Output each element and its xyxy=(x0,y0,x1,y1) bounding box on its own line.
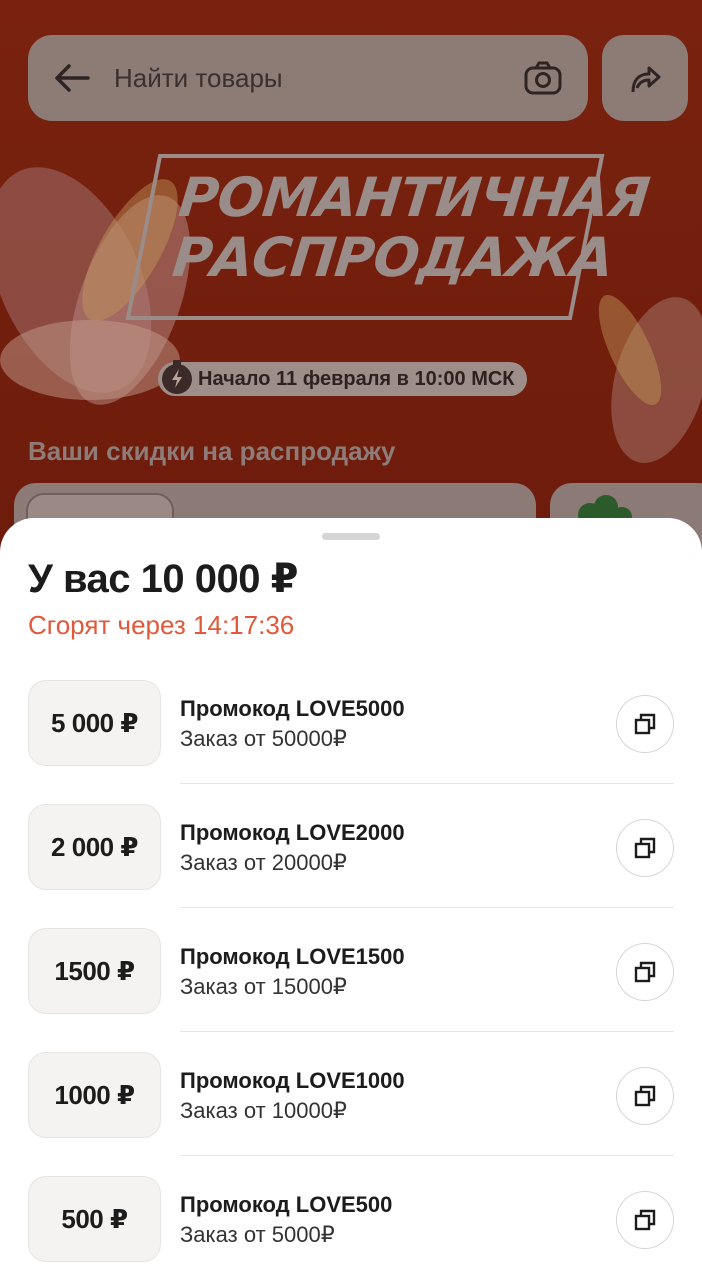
banner-title: РОМАНТИЧНАЯ РАСПРОДАЖА xyxy=(169,166,652,289)
sale-start-badge: Начало 11 февраля в 10:00 МСК xyxy=(158,360,527,396)
expiry-timer: Сгорят через 14:17:36 xyxy=(28,610,295,640)
sheet-grabber[interactable] xyxy=(322,533,380,540)
promo-code: Промокод LOVE5000 xyxy=(180,696,405,721)
sheet-title: У вас 10 000 ₽ xyxy=(28,557,298,601)
copy-button[interactable] xyxy=(616,943,674,1001)
promo-bottom-sheet: У вас 10 000 ₽ Сгорят через 14:17:36 5 0… xyxy=(0,518,702,1280)
promo-code: Промокод LOVE1500 xyxy=(180,944,405,969)
promo-amount: 500 ₽ xyxy=(28,1176,161,1262)
promo-code: Промокод LOVE500 xyxy=(180,1192,393,1217)
copy-button[interactable] xyxy=(616,695,674,753)
promo-min-order: Заказ от 50000₽ xyxy=(180,726,347,751)
promo-code: Промокод LOVE2000 xyxy=(180,820,405,845)
discounts-heading: Ваши скидки на распродажу xyxy=(28,436,396,466)
search-bar[interactable]: Найти товары xyxy=(28,35,588,121)
copy-icon xyxy=(634,713,656,735)
promo-min-order: Заказ от 15000₽ xyxy=(180,974,347,999)
copy-icon xyxy=(634,837,656,859)
timer-icon xyxy=(162,360,192,394)
share-button[interactable] xyxy=(602,35,688,121)
promo-item: 5 000 ₽ Промокод LOVE5000 Заказ от 50000… xyxy=(0,678,702,802)
promo-min-order: Заказ от 20000₽ xyxy=(180,850,347,875)
promo-min-order: Заказ от 5000₽ xyxy=(180,1222,335,1247)
promo-code: Промокод LOVE1000 xyxy=(180,1068,405,1093)
copy-icon xyxy=(634,1085,656,1107)
share-icon xyxy=(631,66,661,93)
copy-icon xyxy=(634,1209,656,1231)
camera-search-icon[interactable] xyxy=(522,57,564,99)
promo-amount: 1000 ₽ xyxy=(28,1052,161,1138)
sale-start-text: Начало 11 февраля в 10:00 МСК xyxy=(198,368,515,390)
promo-amount: 1500 ₽ xyxy=(28,928,161,1014)
copy-button[interactable] xyxy=(616,819,674,877)
copy-button[interactable] xyxy=(616,1067,674,1125)
promo-amount: 5 000 ₽ xyxy=(28,680,161,766)
promo-item: 1500 ₽ Промокод LOVE1500 Заказ от 15000₽ xyxy=(0,926,702,1050)
copy-icon xyxy=(634,961,656,983)
back-arrow-icon[interactable] xyxy=(52,58,92,98)
promo-amount: 2 000 ₽ xyxy=(28,804,161,890)
promo-min-order: Заказ от 10000₽ xyxy=(180,1098,347,1123)
search-input[interactable]: Найти товары xyxy=(114,63,522,94)
promo-list: 5 000 ₽ Промокод LOVE5000 Заказ от 50000… xyxy=(0,678,702,1280)
copy-button[interactable] xyxy=(616,1191,674,1249)
promo-item: 2 000 ₽ Промокод LOVE2000 Заказ от 20000… xyxy=(0,802,702,926)
promo-item: 500 ₽ Промокод LOVE500 Заказ от 5000₽ xyxy=(0,1174,702,1280)
promo-item: 1000 ₽ Промокод LOVE1000 Заказ от 10000₽ xyxy=(0,1050,702,1174)
